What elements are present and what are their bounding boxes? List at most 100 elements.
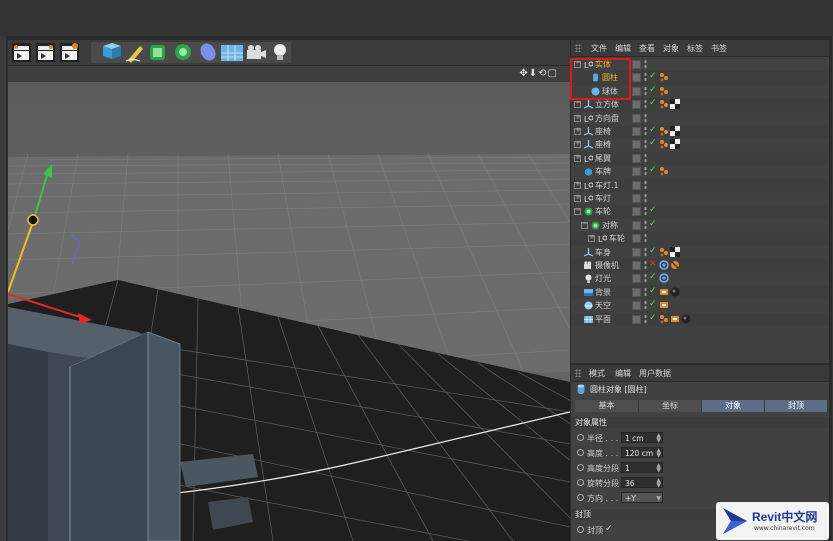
- object-name[interactable]: 车轮: [595, 206, 611, 217]
- checker-tag-icon[interactable]: [670, 126, 680, 136]
- 3d-viewport[interactable]: [8, 82, 570, 541]
- orientation-dropdown[interactable]: +Y ▼: [621, 492, 663, 503]
- viewport-nav-icons[interactable]: ✥⬇⟲▢: [519, 68, 558, 79]
- nolight-tag-icon[interactable]: [670, 260, 680, 270]
- object-name[interactable]: 背景: [595, 287, 611, 298]
- rotation-segments-field[interactable]: 36 ▲ ▼: [621, 477, 663, 489]
- phong-tag-icon[interactable]: [659, 86, 669, 96]
- visibility-dots-icon[interactable]: [644, 72, 647, 84]
- layer-swatch[interactable]: [632, 194, 641, 203]
- tab-caps[interactable]: 封顶: [765, 400, 828, 412]
- object-name[interactable]: 座椅: [595, 126, 611, 137]
- layer-swatch[interactable]: [632, 261, 641, 270]
- animate-radio-icon[interactable]: [577, 526, 584, 533]
- object-row[interactable]: − 立方体 ✓: [571, 98, 829, 112]
- animate-radio-icon[interactable]: [577, 464, 584, 471]
- enabled-check-icon[interactable]: ✓: [649, 85, 657, 95]
- layer-swatch[interactable]: [632, 287, 641, 297]
- object-row[interactable]: 灯光 ✓: [571, 272, 829, 285]
- layer-swatch[interactable]: [632, 314, 641, 324]
- phong-tag-icon[interactable]: [659, 126, 669, 136]
- enabled-check-icon[interactable]: ✓: [649, 205, 657, 215]
- object-name[interactable]: 天空: [595, 300, 611, 311]
- visibility-dots-icon[interactable]: [644, 59, 647, 70]
- object-name[interactable]: 车牌: [595, 166, 611, 177]
- enabled-check-icon[interactable]: ✓: [649, 138, 657, 148]
- layer-swatch[interactable]: [632, 127, 641, 136]
- object-name[interactable]: 尾翼: [595, 153, 611, 164]
- ball-tag-icon[interactable]: [670, 287, 680, 297]
- enabled-check-icon[interactable]: ✓: [649, 272, 657, 282]
- object-name[interactable]: 摄像机: [595, 260, 619, 271]
- visibility-dots-icon[interactable]: [644, 246, 647, 258]
- visibility-dots-icon[interactable]: [644, 139, 647, 151]
- visibility-dots-icon[interactable]: [644, 193, 647, 204]
- visibility-dots-icon[interactable]: [644, 260, 647, 271]
- subdivision-surface-icon[interactable]: [150, 45, 165, 60]
- radius-field[interactable]: 1 cm ▲ ▼: [621, 432, 663, 444]
- comp-tag-icon[interactable]: [659, 287, 669, 297]
- render-view-icon[interactable]: [12, 43, 31, 62]
- visibility-dots-icon[interactable]: [644, 112, 647, 124]
- visibility-dots-icon[interactable]: [644, 206, 647, 218]
- visibility-dots-icon[interactable]: [644, 179, 647, 191]
- layer-swatch[interactable]: [632, 301, 641, 311]
- height-field[interactable]: 120 cm ▲ ▼: [621, 447, 663, 459]
- object-row[interactable]: + L 尾翼: [571, 151, 829, 166]
- object-row[interactable]: + L 车灯: [571, 192, 829, 205]
- cloner-icon[interactable]: [175, 44, 191, 60]
- object-row[interactable]: 平面 ✓: [571, 312, 829, 326]
- object-name[interactable]: 平面: [595, 314, 611, 325]
- comp-tag-icon[interactable]: [670, 314, 680, 324]
- object-name[interactable]: 灯光: [595, 273, 611, 284]
- height-segments-field[interactable]: 1 ▲ ▼: [621, 462, 663, 474]
- checker-tag-icon[interactable]: [670, 139, 680, 150]
- object-row[interactable]: 摄像机 ✕: [571, 259, 829, 273]
- object-name[interactable]: 对称: [602, 220, 618, 231]
- object-row[interactable]: 车身 ✓: [571, 246, 829, 259]
- cube-object-icon[interactable]: [103, 43, 121, 59]
- animate-radio-icon[interactable]: [577, 434, 584, 441]
- menu-bookmarks[interactable]: 书签: [711, 43, 727, 54]
- animate-radio-icon[interactable]: [577, 449, 584, 456]
- tab-coord[interactable]: 坐标: [639, 400, 702, 412]
- object-name[interactable]: 车灯: [595, 193, 611, 204]
- visibility-dots-icon[interactable]: [644, 85, 647, 97]
- enabled-check-icon[interactable]: ✓: [649, 165, 657, 175]
- layer-swatch[interactable]: [632, 113, 641, 123]
- visibility-dots-icon[interactable]: [644, 126, 647, 137]
- caps-checkbox[interactable]: ✓: [605, 524, 613, 534]
- visibility-dots-icon[interactable]: [644, 233, 647, 245]
- enabled-check-icon[interactable]: ✓: [649, 246, 657, 256]
- enabled-check-icon[interactable]: ✓: [649, 98, 657, 108]
- layer-swatch[interactable]: [632, 73, 641, 83]
- menu-tags[interactable]: 标签: [687, 43, 703, 54]
- layer-swatch[interactable]: [632, 247, 641, 257]
- layer-swatch[interactable]: [632, 180, 641, 190]
- visibility-dots-icon[interactable]: [644, 300, 647, 312]
- object-row[interactable]: + L 方向盘: [571, 112, 829, 125]
- render-picture-viewer-icon[interactable]: [36, 43, 55, 62]
- phong-tag-icon[interactable]: [659, 247, 669, 257]
- layer-swatch[interactable]: [632, 60, 641, 69]
- spinner-icon[interactable]: ▲ ▼: [656, 433, 661, 444]
- layer-swatch[interactable]: [632, 100, 641, 110]
- layer-swatch[interactable]: [632, 234, 641, 244]
- visibility-dots-icon[interactable]: [644, 273, 647, 285]
- menu-user-data[interactable]: 用户数据: [639, 368, 671, 379]
- menu-objects[interactable]: 对象: [663, 43, 679, 54]
- layer-swatch[interactable]: [632, 153, 641, 163]
- phong-tag-icon[interactable]: [659, 72, 669, 82]
- visibility-dots-icon[interactable]: [644, 99, 647, 111]
- animate-radio-icon[interactable]: [577, 494, 584, 501]
- layer-swatch[interactable]: [632, 86, 641, 96]
- comp-tag-icon[interactable]: [659, 300, 669, 310]
- object-name[interactable]: 车灯.1: [595, 180, 619, 191]
- menu-edit[interactable]: 编辑: [615, 43, 631, 54]
- spinner-icon[interactable]: ▲ ▼: [656, 448, 661, 459]
- visibility-dots-icon[interactable]: [644, 286, 647, 298]
- enabled-check-icon[interactable]: ✓: [649, 313, 657, 323]
- object-row[interactable]: − 车轮 ✓: [571, 205, 829, 219]
- enabled-check-icon[interactable]: ✓: [649, 71, 657, 81]
- tab-object[interactable]: 对象: [702, 400, 765, 412]
